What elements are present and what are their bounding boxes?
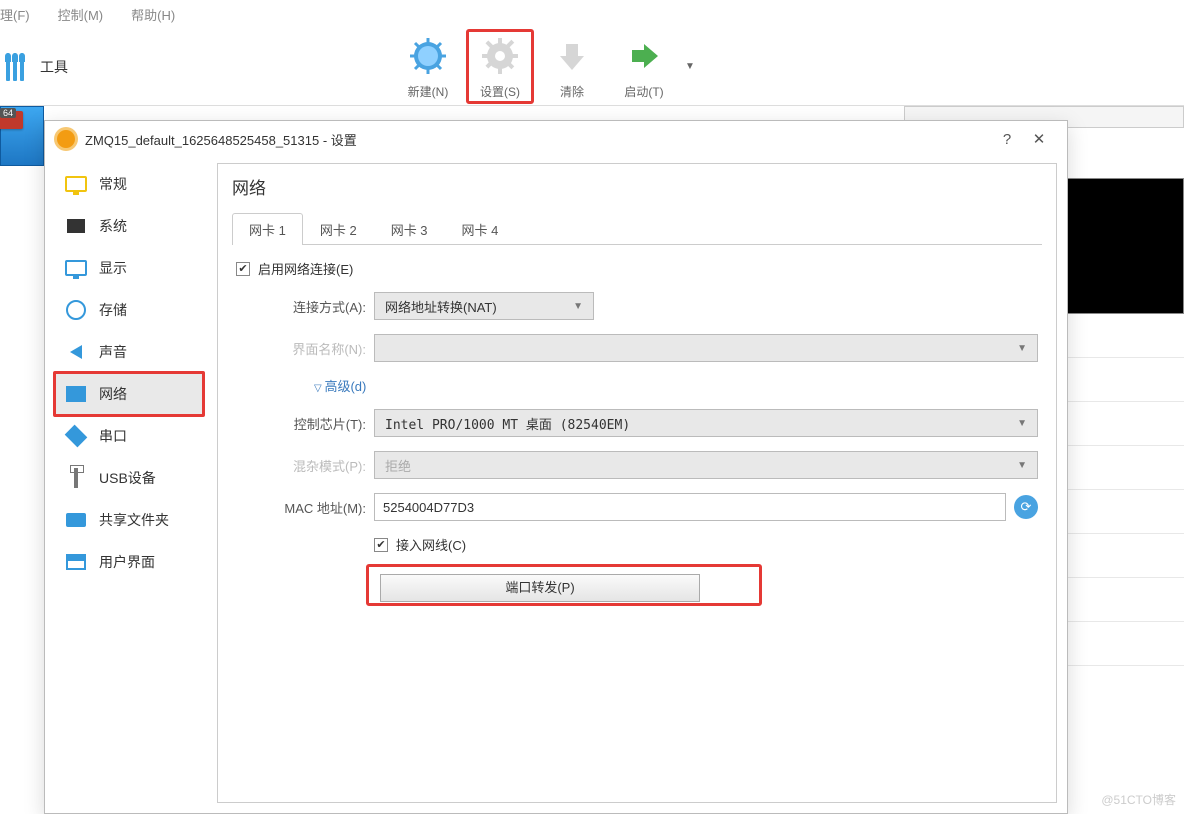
network-icon [66,386,86,402]
mac-input[interactable]: 5254004D77D3 [374,493,1006,521]
sidebar-item-system[interactable]: 系统 [55,205,205,247]
enable-network-checkbox[interactable] [236,262,250,276]
advanced-toggle[interactable]: 高级(d) [314,376,366,395]
toolbar-new-label: 新建(N) [392,83,464,100]
sidebar-item-storage[interactable]: 存储 [55,289,205,331]
sidebar-label: 共享文件夹 [99,510,169,530]
menu-help[interactable]: 帮助(H) [131,5,175,24]
sidebar-label: 用户界面 [99,552,155,572]
iface-label: 界面名称(N): [236,339,366,358]
settings-dialog: ZMQ15_default_1625648525458_51315 - 设置 ?… [44,120,1068,814]
sidebar-item-audio[interactable]: 声音 [55,331,205,373]
chip-value: Intel PRO/1000 MT 桌面 (82540EM) [385,414,630,433]
attach-label: 连接方式(A): [236,297,366,316]
promisc-select: 拒绝 ▼ [374,451,1038,479]
display-icon [65,260,87,276]
attach-select[interactable]: 网络地址转换(NAT) ▼ [374,292,594,320]
dialog-title: ZMQ15_default_1625648525458_51315 - 设置 [85,130,991,149]
nic-tabs: 网卡 1 网卡 2 网卡 3 网卡 4 [232,213,1042,245]
sidebar-label: 系统 [99,216,127,236]
chip-select[interactable]: Intel PRO/1000 MT 桌面 (82540EM) ▼ [374,409,1038,437]
dialog-icon [57,130,75,148]
sidebar-label: 常规 [99,174,127,194]
vm-arch-badge: 64 [0,108,16,118]
content-heading: 网络 [232,174,1042,199]
sidebar-item-shared[interactable]: 共享文件夹 [55,499,205,541]
tools-label: 工具 [40,57,68,77]
start-icon [623,35,665,77]
dialog-close-button[interactable]: ✕ [1023,130,1055,148]
toolbar-clear[interactable]: 清除 [536,29,608,106]
tools-row: 工具 新建(N) 设置(S) 清除 启动(T) ▼ [0,28,1184,106]
mac-refresh-button[interactable]: ⟳ [1014,495,1038,519]
attach-value: 网络地址转换(NAT) [385,297,497,316]
sidebar-item-general[interactable]: 常规 [55,163,205,205]
highlight-settings [466,29,534,104]
enable-network-label: 启用网络连接(E) [258,259,353,278]
folder-icon [66,513,86,527]
cable-label: 接入网线(C) [396,535,466,554]
sidebar-label: 显示 [99,258,127,278]
caret-icon: ▼ [1017,343,1027,354]
caret-icon: ▼ [573,301,583,312]
new-icon [407,35,449,77]
sidebar-item-ui[interactable]: 用户界面 [55,541,205,583]
settings-sidebar: 常规 系统 显示 存储 声音 网络 串口 USB设备 共享文件夹 用户界面 [55,163,205,803]
sidebar-label: USB设备 [99,468,156,488]
toolbar-settings[interactable]: 设置(S) [464,29,536,106]
sidebar-item-usb[interactable]: USB设备 [55,457,205,499]
sidebar-label: 网络 [99,384,127,404]
clear-icon [551,35,593,77]
mac-value: 5254004D77D3 [383,500,474,515]
tab-nic4[interactable]: 网卡 4 [445,213,516,245]
cable-checkbox[interactable] [374,538,388,552]
audio-icon [70,345,82,359]
toolbar-new[interactable]: 新建(N) [392,29,464,106]
caret-icon: ▼ [1017,460,1027,471]
toolbar-start-label: 启动(T) [608,83,680,100]
promisc-label: 混杂模式(P): [236,456,366,475]
sidebar-label: 串口 [99,426,127,446]
port-forwarding-button[interactable]: 端口转发(P) [380,574,700,602]
dialog-help-button[interactable]: ? [991,131,1023,148]
system-icon [67,219,85,233]
sidebar-label: 存储 [99,300,127,320]
sidebar-item-serial[interactable]: 串口 [55,415,205,457]
sidebar-label: 声音 [99,342,127,362]
mac-label: MAC 地址(M): [236,498,366,517]
menu-file[interactable]: 理(F) [0,5,30,24]
watermark: @51CTO博客 [1101,791,1176,808]
tab-nic3[interactable]: 网卡 3 [374,213,445,245]
dialog-titlebar: ZMQ15_default_1625648525458_51315 - 设置 ?… [45,121,1067,157]
tools-icon [6,53,30,81]
sidebar-item-display[interactable]: 显示 [55,247,205,289]
chip-label: 控制芯片(T): [236,414,366,433]
tab-nic1[interactable]: 网卡 1 [232,213,303,245]
menu-bar: 理(F) 控制(M) 帮助(H) [0,0,1184,28]
toolbar: 新建(N) 设置(S) 清除 启动(T) ▼ [392,28,700,106]
toolbar-start[interactable]: 启动(T) [608,29,680,106]
toolbar-clear-label: 清除 [536,83,608,100]
ui-icon [66,554,86,570]
settings-content: 网络 网卡 1 网卡 2 网卡 3 网卡 4 启用网络连接(E) 连接方式(A)… [217,163,1057,803]
network-form: 启用网络连接(E) 连接方式(A): 网络地址转换(NAT) ▼ 界面名称(N):… [232,245,1042,622]
caret-icon: ▼ [1017,418,1027,429]
general-icon [65,176,87,192]
sidebar-item-network[interactable]: 网络 [55,373,205,415]
tab-nic2[interactable]: 网卡 2 [303,213,374,245]
storage-icon [66,300,86,320]
toolbar-start-dropdown[interactable]: ▼ [680,28,700,106]
usb-icon [74,468,78,488]
serial-icon [65,425,88,448]
menu-control[interactable]: 控制(M) [58,5,104,24]
iface-select: ▼ [374,334,1038,362]
promisc-value: 拒绝 [385,456,411,475]
